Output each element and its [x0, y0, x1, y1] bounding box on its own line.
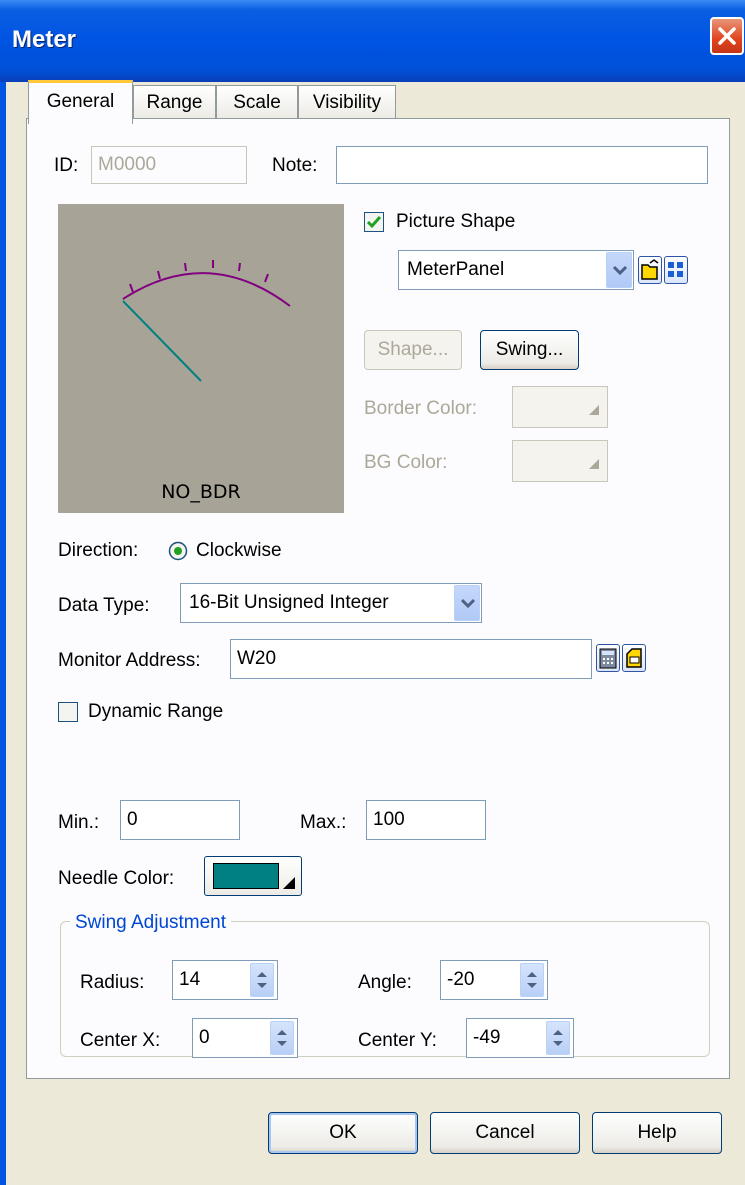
min-label: Min.:	[58, 812, 100, 833]
max-label: Max.:	[300, 812, 347, 833]
id-field: M0000	[91, 146, 247, 184]
ok-button[interactable]: OK	[268, 1112, 418, 1154]
center-y-spinner[interactable]	[546, 1021, 570, 1055]
meter-preview: NO_BDR	[58, 204, 344, 513]
spin-arrows-icon	[277, 1030, 287, 1046]
calculator-icon	[599, 648, 617, 669]
radius-label: Radius:	[80, 972, 145, 993]
radio-selected-icon	[168, 541, 188, 561]
spin-arrows-icon	[553, 1030, 563, 1046]
dynamic-range-label: Dynamic Range	[88, 701, 224, 722]
triangle-icon	[589, 459, 599, 469]
shape-button[interactable]: Shape...	[364, 330, 462, 370]
clockwise-radio[interactable]	[168, 541, 188, 561]
bg-color-picker[interactable]	[512, 440, 608, 482]
shape-library-button[interactable]	[664, 256, 688, 284]
tab-scale[interactable]: Scale	[216, 85, 298, 119]
tab-label: Range	[146, 92, 203, 113]
meter-scale-ticks	[129, 260, 269, 293]
needle-color-label: Needle Color:	[58, 868, 175, 889]
angle-value: -20	[447, 969, 475, 990]
window-title: Meter	[12, 26, 77, 53]
title-bar[interactable]	[0, 0, 745, 82]
close-button[interactable]	[710, 17, 744, 55]
picture-shape-select[interactable]: MeterPanel	[398, 250, 634, 290]
center-x-label: Center X:	[80, 1030, 161, 1051]
data-type-value: 16-Bit Unsigned Integer	[189, 592, 389, 613]
grid-icon	[668, 262, 683, 277]
monitor-address-label: Monitor Address:	[58, 650, 201, 671]
needle-color-swatch	[213, 863, 279, 889]
needle-color-picker[interactable]	[204, 856, 302, 896]
center-x-spinner[interactable]	[270, 1021, 294, 1055]
angle-spinner[interactable]	[520, 963, 544, 997]
data-type-select[interactable]: 16-Bit Unsigned Integer	[180, 583, 482, 623]
id-label: ID:	[54, 155, 79, 176]
open-folder-button[interactable]	[638, 256, 662, 284]
meter-preview-graphic	[122, 260, 291, 382]
address-tag-button[interactable]	[622, 644, 646, 672]
direction-label: Direction:	[58, 540, 139, 561]
tab-label: Scale	[233, 92, 281, 113]
cancel-button[interactable]: Cancel	[430, 1112, 580, 1154]
monitor-address-input[interactable]: W20	[230, 639, 592, 679]
tab-label: General	[46, 91, 115, 112]
data-type-label: Data Type:	[58, 595, 150, 616]
center-y-value: -49	[473, 1027, 501, 1048]
tab-visibility[interactable]: Visibility	[298, 85, 396, 119]
note-field[interactable]	[336, 146, 708, 184]
triangle-icon	[589, 405, 599, 415]
checkmark-icon	[366, 216, 382, 229]
swing-button[interactable]: Swing...	[480, 330, 579, 370]
folder-open-icon	[641, 259, 659, 280]
radius-spinner[interactable]	[250, 963, 274, 997]
picture-shape-label: Picture Shape	[396, 211, 516, 232]
dynamic-range-checkbox[interactable]	[58, 702, 78, 722]
tab-general[interactable]: General	[28, 80, 133, 124]
picture-shape-value: MeterPanel	[407, 259, 505, 280]
angle-label: Angle:	[358, 972, 412, 993]
clockwise-label: Clockwise	[196, 540, 282, 561]
close-icon	[718, 27, 736, 45]
triangle-icon	[283, 877, 295, 889]
center-x-value: 0	[199, 1027, 210, 1048]
address-calculator-button[interactable]	[596, 644, 620, 672]
center-y-label: Center Y:	[358, 1030, 437, 1051]
radius-value: 14	[179, 969, 201, 990]
preview-caption: NO_BDR	[161, 481, 241, 503]
min-input[interactable]: 0	[120, 800, 240, 840]
window-frame	[0, 82, 6, 1185]
spin-arrows-icon	[527, 972, 537, 988]
chevron-down-icon	[454, 585, 480, 621]
meter-scale-arc	[122, 272, 291, 307]
border-color-label: Border Color:	[364, 398, 477, 419]
spin-arrows-icon	[257, 972, 267, 988]
swing-adjustment-legend: Swing Adjustment	[70, 912, 232, 934]
bg-color-label: BG Color:	[364, 452, 448, 473]
chevron-down-icon	[606, 252, 632, 288]
note-label: Note:	[272, 155, 318, 176]
help-button[interactable]: Help	[592, 1112, 722, 1154]
tag-icon	[626, 648, 642, 668]
border-color-picker[interactable]	[512, 386, 608, 428]
tab-label: Visibility	[312, 92, 382, 113]
meter-needle	[122, 300, 202, 382]
tab-range[interactable]: Range	[133, 85, 216, 119]
max-input[interactable]: 100	[366, 800, 486, 840]
picture-shape-checkbox[interactable]	[364, 212, 384, 232]
